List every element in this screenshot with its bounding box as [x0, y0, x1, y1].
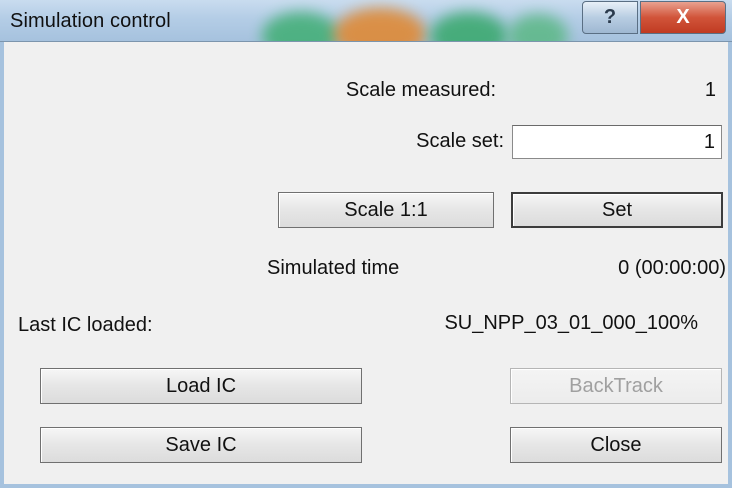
set-scale-button-label: Set: [601, 198, 633, 221]
scale-set-input[interactable]: [512, 125, 722, 159]
window-frame: [0, 42, 4, 488]
window-frame: [728, 42, 732, 488]
simulated-time-label: Simulated time: [267, 257, 400, 279]
close-icon: X: [676, 6, 690, 28]
title-bar-decoration: [262, 12, 340, 41]
scale-1-1-button-label: Scale 1:1: [344, 198, 428, 221]
last-ic-loaded-value: SU_NPP_03_01_000_100%: [444, 312, 698, 334]
window-frame: [0, 484, 732, 488]
title-bar[interactable]: Simulation control ? X: [0, 0, 732, 42]
scale-measured-label: Scale measured:: [345, 79, 496, 101]
load-ic-button[interactable]: Load IC: [40, 368, 362, 404]
close-window-button[interactable]: X: [640, 1, 726, 34]
scale-measured-value: 1: [704, 79, 716, 101]
set-scale-button[interactable]: Set: [511, 192, 723, 228]
save-ic-button-label: Save IC: [165, 433, 237, 456]
help-button[interactable]: ?: [582, 1, 638, 34]
backtrack-button-label: BackTrack: [569, 374, 663, 397]
simulation-control-dialog: Simulation control ? X Scale measured: 1…: [0, 0, 732, 488]
window-title: Simulation control: [10, 10, 171, 32]
scale-1-1-button[interactable]: Scale 1:1: [278, 192, 494, 228]
simulated-time-value: 0 (00:00:00): [618, 257, 726, 279]
load-ic-button-label: Load IC: [165, 374, 237, 397]
scale-set-label: Scale set:: [416, 130, 504, 152]
help-icon: ?: [603, 6, 617, 28]
close-button-label: Close: [590, 433, 642, 456]
title-bar-decoration: [430, 12, 508, 41]
backtrack-button: BackTrack: [510, 368, 722, 404]
title-bar-decoration: [334, 8, 426, 41]
title-bar-decoration: [508, 14, 568, 41]
close-button[interactable]: Close: [510, 427, 722, 463]
save-ic-button[interactable]: Save IC: [40, 427, 362, 463]
last-ic-loaded-label: Last IC loaded:: [18, 314, 153, 336]
